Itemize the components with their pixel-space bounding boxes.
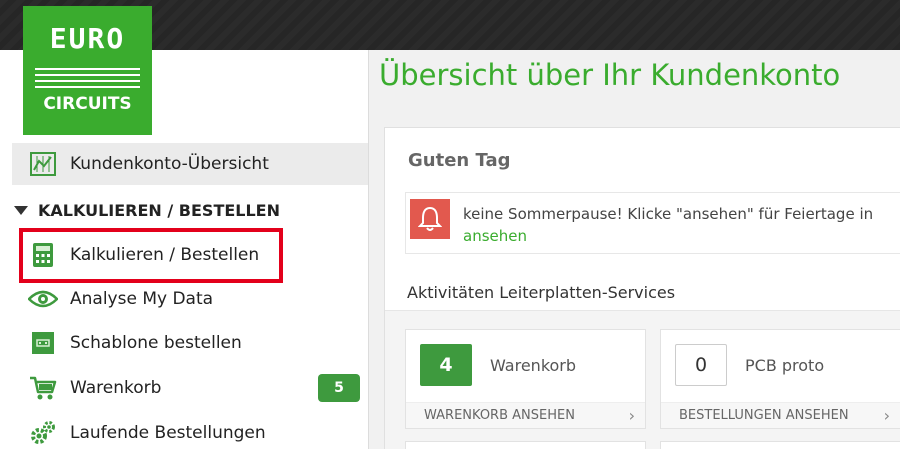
- chart-icon: [28, 151, 58, 177]
- euro-circuits-logo[interactable]: EURO CIRCUITS: [23, 6, 152, 135]
- greeting-heading: Guten Tag: [408, 150, 511, 171]
- view-cart-link[interactable]: WARENKORB ANSEHEN ›: [406, 402, 645, 428]
- activities-cards: 4 Warenkorb WARENKORB ANSEHEN › 0 PCB pr…: [385, 310, 900, 449]
- logo-text-circuits: CIRCUITS: [43, 94, 132, 114]
- sidebar-item-overview[interactable]: Kundenkonto-Übersicht: [12, 143, 368, 185]
- sidebar-item-label: Laufende Bestellungen: [70, 423, 266, 443]
- cart-icon: [28, 375, 58, 401]
- sidebar-section-calculate-order[interactable]: KALKULIEREN / BESTELLEN: [14, 201, 280, 220]
- caret-down-icon: [14, 206, 28, 215]
- activities-heading: Aktivitäten Leiterplatten-Services: [407, 283, 676, 302]
- sidebar-item-label: Schablone bestellen: [70, 333, 242, 353]
- gears-icon: [28, 420, 58, 446]
- section-label: KALKULIEREN / BESTELLEN: [38, 201, 280, 220]
- notice-banner: keine Sommerpause! Klicke "ansehen" für …: [405, 192, 900, 254]
- card-count: 4: [420, 344, 472, 386]
- sidebar-item-analyse-my-data[interactable]: Analyse My Data: [12, 278, 368, 320]
- card-name: Warenkorb: [490, 356, 577, 375]
- stencil-icon: [28, 330, 58, 356]
- card-pcb-proto: 0 PCB proto BESTELLUNGEN ANSEHEN ›: [660, 329, 900, 429]
- card-placeholder: [405, 441, 646, 449]
- card-footer-label: BESTELLUNGEN ANSEHEN: [679, 408, 849, 423]
- card-name: PCB proto: [745, 356, 825, 375]
- sidebar-item-order-stencil[interactable]: Schablone bestellen: [12, 322, 368, 364]
- bell-icon: [410, 199, 450, 239]
- main-content: Übersicht über Ihr Kundenkonto Guten Tag…: [369, 50, 900, 449]
- account-overview-panel: Guten Tag keine Sommerpause! Klicke "ans…: [384, 127, 900, 449]
- notice-view-link[interactable]: ansehen: [463, 227, 527, 245]
- sidebar-item-cart[interactable]: Warenkorb 5: [12, 367, 368, 409]
- sidebar-item-label: Analyse My Data: [70, 289, 214, 309]
- logo-lines: [35, 68, 140, 92]
- highlight-box: [19, 228, 283, 283]
- card-footer-label: WARENKORB ANSEHEN: [424, 408, 575, 423]
- card-count: 0: [675, 344, 727, 386]
- card-placeholder: [660, 441, 900, 449]
- page-title: Übersicht über Ihr Kundenkonto: [379, 58, 841, 92]
- notice-message: keine Sommerpause! Klicke "ansehen" für …: [463, 205, 874, 223]
- eye-icon: [28, 286, 58, 312]
- chevron-right-icon: ›: [883, 406, 890, 425]
- logo-text-euro: EURO: [49, 22, 126, 55]
- view-orders-link[interactable]: BESTELLUNGEN ANSEHEN ›: [661, 402, 900, 428]
- sidebar-item-label: Warenkorb: [70, 378, 162, 398]
- cart-count-badge: 5: [318, 374, 360, 402]
- sidebar-item-label: Kundenkonto-Übersicht: [70, 154, 269, 174]
- sidebar-item-running-orders[interactable]: Laufende Bestellungen: [12, 412, 368, 449]
- chevron-right-icon: ›: [628, 406, 635, 425]
- card-cart: 4 Warenkorb WARENKORB ANSEHEN ›: [405, 329, 646, 429]
